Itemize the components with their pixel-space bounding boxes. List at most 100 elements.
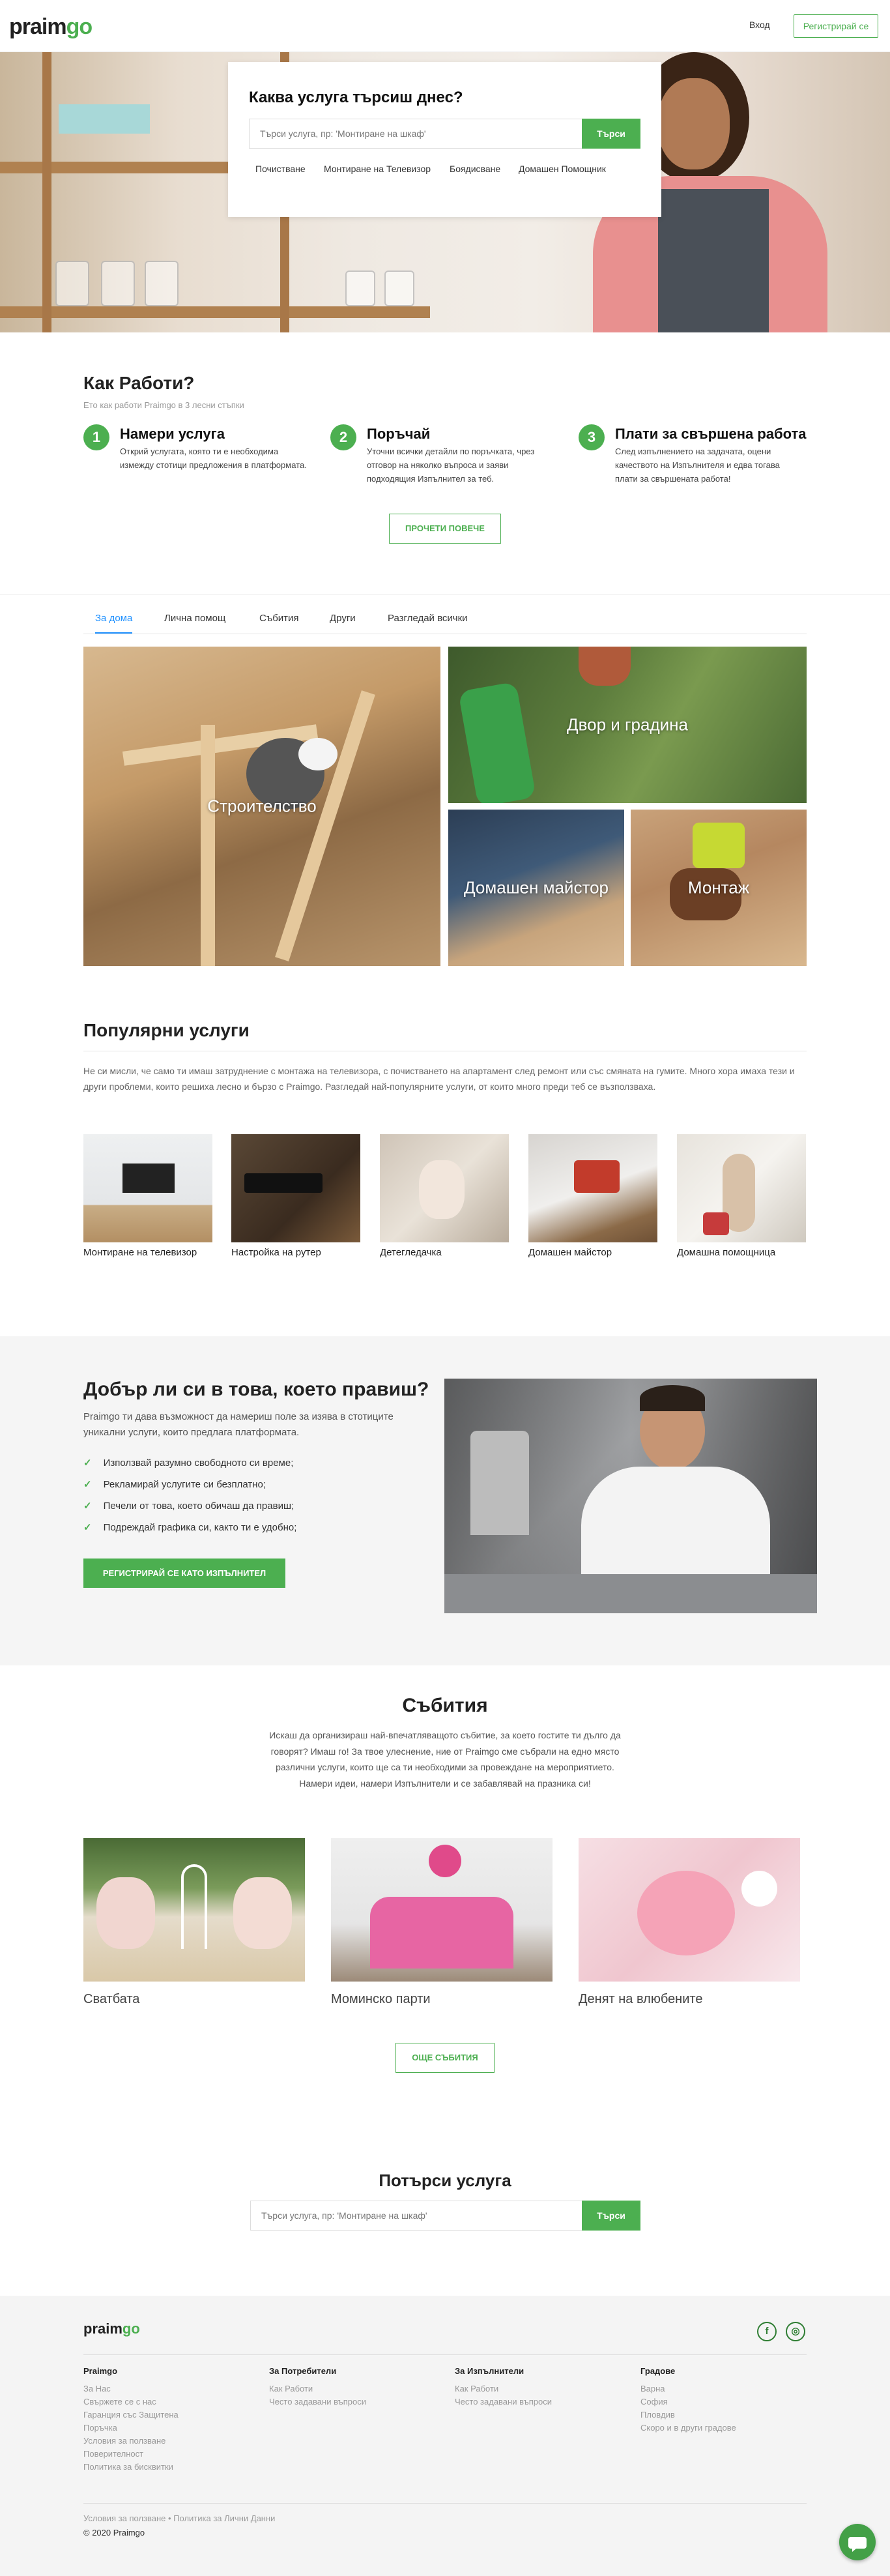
shelf-image [0, 306, 430, 318]
category-tile-garden[interactable]: Двор и градина [448, 647, 807, 803]
footer-link[interactable]: Често задавани въпроси [455, 2395, 552, 2408]
service-label[interactable]: Домашен майстор [528, 1247, 612, 1258]
footer-link[interactable]: Варна [640, 2382, 736, 2395]
jar-image [145, 261, 179, 306]
pro-benefit: ✓ Подреждай графика си, както ти е удобно… [83, 1522, 297, 1533]
step-desc: Уточни всички детайли по поръчката, чрез… [367, 446, 535, 484]
chef-photo [444, 1379, 817, 1613]
hero-search-input[interactable]: Търси услуга, пр: 'Монтиране на шкаф' [249, 119, 582, 149]
register-pro-button[interactable]: РЕГИСТРИРАЙ СЕ КАТО ИЗПЪЛНИТЕЛ [83, 1559, 285, 1588]
footer-link[interactable]: Гаранция със Защитена [83, 2408, 179, 2422]
footer-link[interactable]: Поръчка [83, 2422, 179, 2435]
hero-search-button[interactable]: Търси [582, 119, 640, 149]
footer-col-cities: Градове Варна София Пловдив Скоро и в др… [640, 2366, 736, 2435]
jar-image [345, 271, 375, 306]
tab-personal-help[interactable]: Лична помощ [164, 613, 225, 634]
event-image-valentines[interactable] [579, 1838, 800, 1982]
pro-benefit: ✓ Печели от това, което обичаш да правиш; [83, 1500, 294, 1512]
register-button[interactable]: Регистрирай се [794, 14, 878, 38]
read-more-button[interactable]: ПРОЧЕТИ ПОВЕЧЕ [389, 514, 501, 544]
quick-link-painting[interactable]: Боядисване [450, 164, 500, 174]
bottom-search-button[interactable]: Търси [582, 2201, 640, 2231]
footer-link[interactable]: Свържете се с нас [83, 2395, 179, 2408]
footer-logo[interactable]: praimgo [83, 2320, 140, 2337]
footer-link[interactable]: Как Работи [455, 2382, 552, 2395]
tab-browse-all[interactable]: Разгледай всички [388, 613, 468, 634]
footer-link[interactable]: Поверителност [83, 2448, 179, 2461]
step-number: 2 [330, 424, 356, 450]
jar-image [55, 261, 89, 306]
popular-title: Популярни услуги [83, 1020, 250, 1040]
legal-links[interactable]: Условия за ползване • Политика за Лични … [83, 2513, 275, 2523]
logo-text: praim [9, 14, 67, 39]
footer-heading: За Потребители [269, 2366, 337, 2376]
divider [0, 594, 890, 595]
step-number: 3 [579, 424, 605, 450]
category-tile-assembly[interactable]: Монтаж [631, 810, 807, 966]
category-tile-construction[interactable]: Строителство [83, 647, 440, 966]
step-title: Плати за свършена работа [615, 426, 807, 442]
service-image-babysitter[interactable] [380, 1134, 509, 1242]
tile-label: Строителство [207, 796, 317, 816]
jar-image [384, 271, 414, 306]
bottom-search-input[interactable]: Търси услуга, пр: 'Монтиране на шкаф' [250, 2201, 582, 2231]
divider [83, 2354, 807, 2355]
service-label[interactable]: Детегледачка [380, 1247, 442, 1258]
tab-home[interactable]: За дома [95, 613, 133, 634]
step-desc: След изпълнението на задачата, оцени кач… [615, 446, 780, 484]
events-desc: Искаш да организираш най-впечатляващото … [269, 1730, 621, 1789]
footer-col-users: За Потребители Как Работи Често задавани… [269, 2366, 366, 2408]
service-image-router[interactable] [231, 1134, 360, 1242]
service-label[interactable]: Домашна помощница [677, 1247, 775, 1258]
more-events-button[interactable]: ОЩЕ СЪБИТИЯ [395, 2043, 495, 2073]
tab-other[interactable]: Други [330, 613, 356, 634]
facebook-icon[interactable]: f [757, 2322, 777, 2341]
how-subtitle: Ето как работи Praimgo в 3 лесни стъпки [83, 400, 244, 410]
quick-link-cleaning[interactable]: Почистване [255, 164, 306, 174]
login-link[interactable]: Вход [749, 20, 770, 30]
pro-benefit: ✓ Използвай разумно свободното си време; [83, 1457, 294, 1469]
tile-label: Домашен майстор [464, 877, 609, 898]
footer-link[interactable]: За Нас [83, 2382, 179, 2395]
event-label[interactable]: Моминско парти [331, 1992, 431, 2007]
service-label[interactable]: Монтиране на телевизор [83, 1247, 197, 1258]
category-tile-handyman[interactable]: Домашен майстор [448, 810, 624, 966]
footer-link[interactable]: Условия за ползване [83, 2435, 179, 2448]
how-title: Как Работи? [83, 373, 195, 393]
quick-link-helper[interactable]: Домашен Помощник [519, 164, 606, 174]
service-label[interactable]: Настройка на рутер [231, 1247, 321, 1258]
step-desc: Открий услугата, която ти е необходима и… [120, 446, 307, 470]
check-icon: ✓ [83, 1522, 92, 1533]
tile-label: Монтаж [687, 877, 750, 898]
event-label[interactable]: Денят на влюбените [579, 1992, 702, 2007]
step-title: Намери услуга [120, 426, 225, 442]
footer-link[interactable]: Пловдив [640, 2408, 736, 2422]
footer-link[interactable]: Как Работи [269, 2382, 366, 2395]
footer-link[interactable]: София [640, 2395, 736, 2408]
service-image-housekeeper[interactable] [677, 1134, 806, 1242]
footer-col-providers: За Изпълнители Как Работи Често задавани… [455, 2366, 552, 2408]
footer-link[interactable]: Политика за бисквитки [83, 2461, 179, 2474]
divider [83, 2503, 807, 2504]
quick-link-tv[interactable]: Монтиране на Телевизор [324, 164, 431, 174]
chat-button[interactable] [839, 2524, 876, 2560]
service-image-handyman[interactable] [528, 1134, 657, 1242]
tab-events[interactable]: Събития [259, 613, 299, 634]
event-label[interactable]: Сватбата [83, 1992, 139, 2007]
check-icon: ✓ [83, 1500, 92, 1512]
popular-desc: Не си мисли, че само ти имаш затруднение… [83, 1066, 795, 1092]
pro-title: Добър ли си в това, което правиш? [83, 1379, 429, 1400]
check-icon: ✓ [83, 1457, 92, 1469]
event-image-bachelorette[interactable] [331, 1838, 553, 1982]
footer-link[interactable]: Скоро и в други градове [640, 2422, 736, 2435]
jar-image [101, 261, 135, 306]
step-number: 1 [83, 424, 109, 450]
event-image-wedding[interactable] [83, 1838, 305, 1982]
service-image-tv[interactable] [83, 1134, 212, 1242]
search-title: Потърси услуга [379, 2171, 511, 2190]
logo[interactable]: praimgo [9, 14, 93, 40]
footer-link[interactable]: Често задавани въпроси [269, 2395, 366, 2408]
pro-desc: Praimgo ти дава възможност да намериш по… [83, 1411, 394, 1438]
footer-heading: Градове [640, 2366, 676, 2376]
instagram-icon[interactable]: ◎ [786, 2322, 805, 2341]
